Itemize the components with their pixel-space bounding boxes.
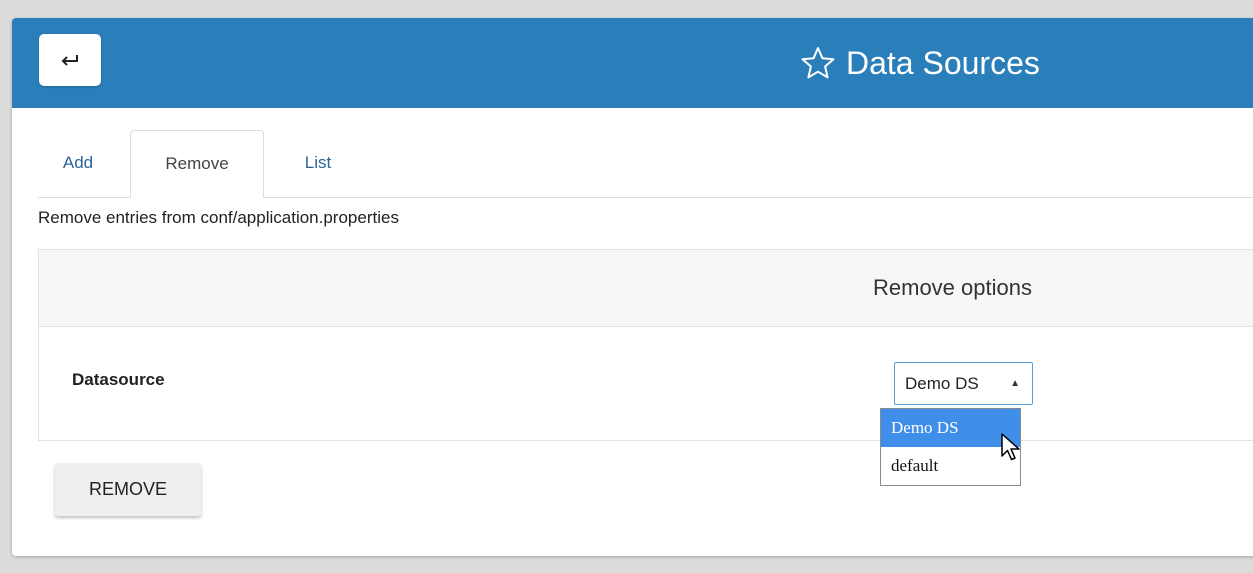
tab-add[interactable]: Add xyxy=(38,130,118,196)
tab-bar: Add Remove List xyxy=(38,130,1253,198)
back-button[interactable] xyxy=(39,34,101,86)
data-sources-card: Data Sources Add Remove List Remove entr… xyxy=(12,18,1253,556)
datasource-label: Datasource xyxy=(72,370,165,389)
caret-up-icon: ▲ xyxy=(1010,378,1020,389)
datasource-select[interactable]: Demo DS ▲ xyxy=(894,362,1033,405)
description-text: Remove entries from conf/application.pro… xyxy=(38,208,399,227)
header-bar: Data Sources xyxy=(12,18,1253,108)
header-title-group: Data Sources xyxy=(800,40,1040,86)
remove-options-panel: Remove options Datasource Demo DS ▲ xyxy=(38,249,1253,441)
datasource-select-value: Demo DS xyxy=(905,374,979,393)
panel-header: Remove options xyxy=(39,250,1253,327)
star-icon xyxy=(801,47,835,79)
remove-button[interactable]: REMOVE xyxy=(55,463,201,516)
tab-list[interactable]: List xyxy=(278,130,358,196)
return-arrow-icon xyxy=(61,55,78,66)
tab-remove[interactable]: Remove xyxy=(130,130,264,198)
mouse-pointer-icon xyxy=(1001,433,1020,461)
panel-title: Remove options xyxy=(873,275,1032,300)
page-title: Data Sources xyxy=(846,45,1040,81)
